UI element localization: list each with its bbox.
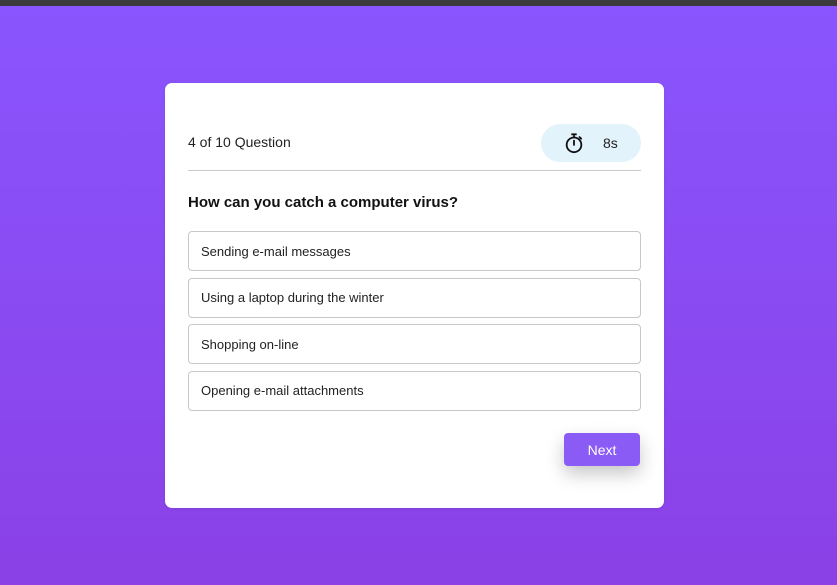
window-top-bar xyxy=(0,0,837,6)
quiz-card: 4 of 10 Question 8s How can you catch a … xyxy=(165,83,664,508)
answer-option-label: Shopping on-line xyxy=(201,336,299,352)
quiz-header: 4 of 10 Question 8s xyxy=(188,124,641,171)
answer-option[interactable]: Opening e-mail attachments xyxy=(188,370,641,411)
answer-option-label: Opening e-mail attachments xyxy=(201,383,364,398)
question-counter: 4 of 10 Question xyxy=(188,134,291,150)
answer-option[interactable]: Sending e-mail messages xyxy=(188,231,641,271)
question-text: How can you catch a computer virus? xyxy=(188,194,459,211)
answer-option-label: Sending e-mail messages xyxy=(201,243,351,259)
answer-options: Sending e-mail messages Using a laptop d… xyxy=(188,231,641,417)
answer-option-label: Using a laptop during the winter xyxy=(201,290,384,305)
timer-badge: 8s xyxy=(541,124,641,162)
answer-option[interactable]: Shopping on-line xyxy=(188,324,641,364)
next-button[interactable]: Next xyxy=(564,433,640,466)
answer-option[interactable]: Using a laptop during the winter xyxy=(188,277,641,318)
timer-value: 8s xyxy=(603,135,618,151)
stopwatch-icon xyxy=(565,133,583,154)
